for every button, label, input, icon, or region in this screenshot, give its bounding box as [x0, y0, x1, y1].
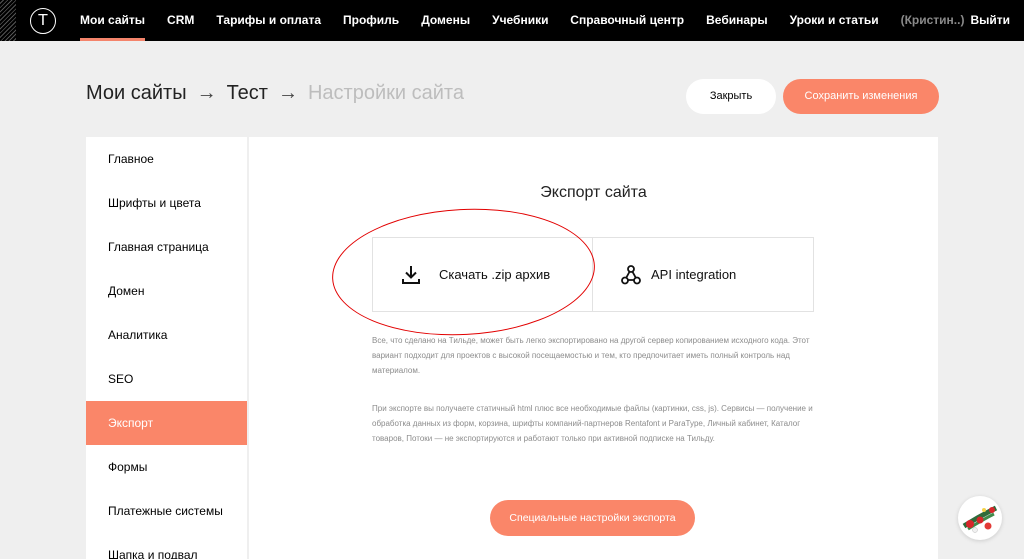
ornament-graphic — [962, 505, 998, 533]
user-name[interactable]: (Кристин..) — [890, 0, 967, 41]
sidebar-item-analytics[interactable]: Аналитика — [86, 313, 247, 357]
stripes-decoration — [0, 0, 16, 41]
export-panel: Экспорт сайта Скачать .zip архив API int… — [249, 137, 938, 559]
nav-tutorials[interactable]: Учебники — [481, 0, 559, 41]
api-integration-label: API integration — [651, 267, 737, 282]
nav-webinars[interactable]: Вебинары — [695, 0, 778, 41]
sidebar-item-fonts-colors[interactable]: Шрифты и цвета — [86, 181, 247, 225]
secondary-nav: Справочный центр Вебинары Уроки и статьи… — [559, 0, 1010, 41]
highlight-ellipse-annotation — [328, 202, 599, 342]
section-title: Экспорт сайта — [540, 184, 647, 201]
sidebar-item-export[interactable]: Экспорт — [86, 401, 247, 445]
api-integration-button[interactable]: API integration — [593, 237, 814, 312]
close-button[interactable]: Закрыть — [686, 79, 776, 114]
nav-lessons[interactable]: Уроки и статьи — [779, 0, 890, 41]
export-limitations-note: При экспорте вы получаете статичный html… — [372, 404, 813, 443]
breadcrumb: Мои сайты → Тест → Настройки сайта — [86, 82, 464, 105]
nav-domains[interactable]: Домены — [410, 0, 481, 41]
nav-my-sites[interactable]: Мои сайты — [80, 0, 156, 41]
sidebar-item-domain[interactable]: Домен — [86, 269, 247, 313]
breadcrumb-separator: → — [196, 82, 217, 104]
sidebar-item-seo[interactable]: SEO — [86, 357, 247, 401]
sidebar-item-main[interactable]: Главное — [86, 137, 247, 181]
top-navigation-bar: T Мои сайты CRM Тарифы и оплата Профиль … — [0, 0, 1024, 41]
sidebar-item-forms[interactable]: Формы — [86, 445, 247, 489]
breadcrumb-separator: → — [277, 82, 298, 104]
nav-help-center[interactable]: Справочный центр — [559, 0, 695, 41]
nav-tariffs[interactable]: Тарифы и оплата — [205, 0, 332, 41]
save-changes-button[interactable]: Сохранить изменения — [783, 79, 939, 114]
sidebar-item-payment-systems[interactable]: Платежные системы — [86, 489, 247, 533]
logout-link[interactable]: Выйти — [966, 0, 1010, 41]
special-export-settings-button[interactable]: Специальные настройки экспорта — [490, 500, 695, 536]
nav-crm[interactable]: CRM — [156, 0, 205, 41]
main-nav: Мои сайты CRM Тарифы и оплата Профиль До… — [80, 0, 559, 41]
nav-profile[interactable]: Профиль — [332, 0, 410, 41]
tilda-logo-icon[interactable]: T — [30, 8, 56, 34]
sidebar-item-header-footer[interactable]: Шапка и подвал — [86, 533, 247, 559]
api-nodes-icon — [621, 264, 641, 284]
settings-sidebar: Главное Шрифты и цвета Главная страница … — [86, 137, 247, 559]
export-description: Все, что сделано на Тильде, может быть л… — [372, 336, 810, 375]
holiday-decoration-icon[interactable] — [958, 496, 1002, 540]
breadcrumb-current: Настройки сайта — [307, 82, 464, 104]
breadcrumb-project[interactable]: Тест — [227, 82, 268, 104]
sidebar-item-home-page[interactable]: Главная страница — [86, 225, 247, 269]
breadcrumb-my-sites[interactable]: Мои сайты — [86, 82, 187, 104]
